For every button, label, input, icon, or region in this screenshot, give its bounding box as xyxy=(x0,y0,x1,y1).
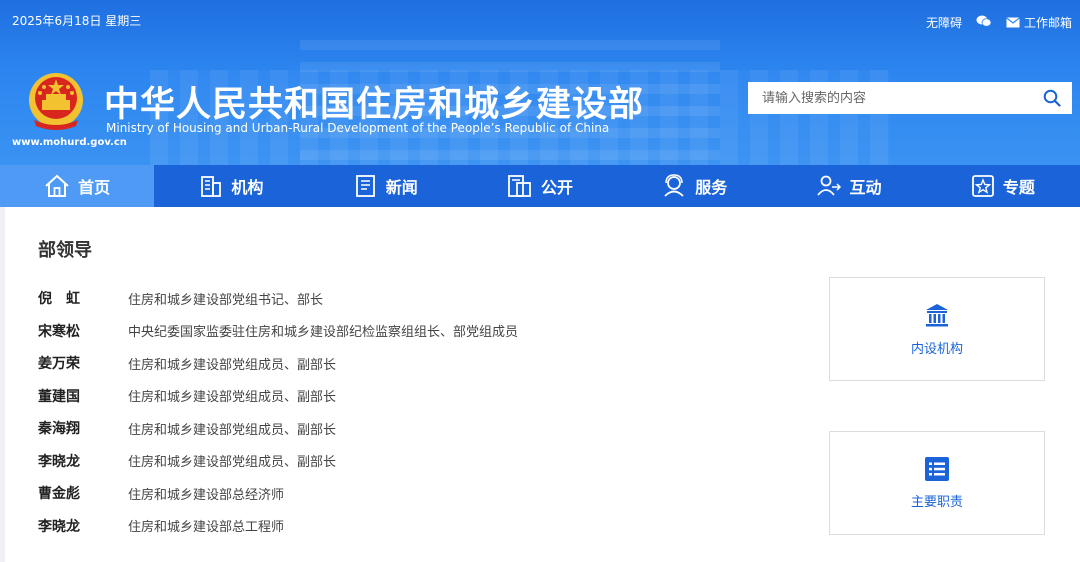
leader-role: 住房和城乡建设部总经济师 xyxy=(128,487,285,503)
nav-label: 专题 xyxy=(1002,178,1035,197)
nav-label: 首页 xyxy=(78,178,111,197)
leader-role: 住房和城乡建设部总工程师 xyxy=(128,520,285,536)
topic-icon xyxy=(971,175,994,197)
service-icon xyxy=(664,174,684,197)
leader-role: 住房和城乡建设部党组成员、副部长 xyxy=(128,357,337,373)
leader-role: 住房和城乡建设部党组成员、副部长 xyxy=(128,390,337,406)
list-item[interactable]: 秦海翔 住房和城乡建设部党组成员、副部长 xyxy=(38,412,518,445)
leader-role: 住房和城乡建设部党组成员、副部长 xyxy=(128,455,337,471)
building-icon xyxy=(201,176,222,197)
leader-name[interactable]: 秦海翔 xyxy=(38,418,128,438)
interaction-icon xyxy=(816,175,841,196)
leader-name[interactable]: 李晓龙 xyxy=(38,516,128,536)
nav-item-news[interactable]: 新闻 xyxy=(309,165,463,207)
list-item[interactable]: 姜万荣 住房和城乡建设部党组成员、副部长 xyxy=(38,347,518,380)
list-item[interactable]: 李晓龙 住房和城乡建设部总工程师 xyxy=(38,510,518,543)
main-nav: 首页 机构 新闻 公开 服务 互动 专题 xyxy=(0,165,1080,207)
date-text: 2025年6月18日 星期三 xyxy=(12,14,142,28)
disclosure-icon xyxy=(508,175,531,197)
mail-icon xyxy=(1006,17,1020,28)
list-item[interactable]: 李晓龙 住房和城乡建设部党组成员、副部长 xyxy=(38,445,518,478)
news-icon xyxy=(355,175,375,197)
leader-name[interactable]: 董建国 xyxy=(38,386,128,406)
card-label: 主要职责 xyxy=(910,494,963,510)
leader-role: 住房和城乡建设部党组成员、副部长 xyxy=(128,422,337,438)
site-url: www.mohurd.gov.cn xyxy=(12,137,127,148)
list-icon xyxy=(925,456,949,481)
nav-label: 服务 xyxy=(695,178,728,197)
list-item[interactable]: 倪 虹 住房和城乡建设部党组书记、部长 xyxy=(38,282,518,315)
nav-item-service[interactable]: 服务 xyxy=(617,165,771,207)
internal-institutions-card[interactable]: 内设机构 xyxy=(829,277,1045,381)
national-emblem-logo xyxy=(24,70,88,134)
mail-label: 工作邮箱 xyxy=(1023,16,1072,30)
list-item[interactable]: 宋寒松 中央纪委国家监委驻住房和城乡建设部纪检监察组组长、部党组成员 xyxy=(38,315,518,348)
nav-label: 互动 xyxy=(849,178,882,197)
site-header: 2025年6月18日 星期三 无障碍 工作邮箱 www.mohurd.gov.c… xyxy=(0,0,1080,165)
list-item[interactable]: 曹金彪 住房和城乡建设部总经济师 xyxy=(38,477,518,510)
nav-item-home[interactable]: 首页 xyxy=(0,165,155,207)
institution-icon xyxy=(926,303,948,326)
leader-name[interactable]: 曹金彪 xyxy=(38,483,128,503)
nav-item-topic[interactable]: 专题 xyxy=(926,165,1080,207)
mail-link[interactable]: 工作邮箱 xyxy=(1006,14,1072,31)
search-input[interactable] xyxy=(748,82,1032,114)
nav-label: 新闻 xyxy=(385,178,418,197)
nav-item-organization[interactable]: 机构 xyxy=(154,165,308,207)
nav-item-disclosure[interactable]: 公开 xyxy=(463,165,617,207)
site-subtitle: Ministry of Housing and Urban-Rural Deve… xyxy=(106,121,610,135)
accessibility-link[interactable]: 无障碍 xyxy=(926,14,962,31)
wechat-icon[interactable] xyxy=(976,14,992,31)
search-box xyxy=(748,82,1072,114)
search-button[interactable] xyxy=(1032,82,1072,114)
leaders-list: 倪 虹 住房和城乡建设部党组书记、部长 宋寒松 中央纪委国家监委驻住房和城乡建设… xyxy=(38,282,518,542)
list-item[interactable]: 董建国 住房和城乡建设部党组成员、副部长 xyxy=(38,380,518,413)
main-duties-card[interactable]: 主要职责 xyxy=(829,431,1045,535)
nav-label: 公开 xyxy=(540,178,573,197)
left-edge-divider xyxy=(0,207,5,562)
search-icon xyxy=(1043,89,1061,107)
leader-role: 住房和城乡建设部党组书记、部长 xyxy=(128,292,324,308)
leader-name[interactable]: 倪 虹 xyxy=(38,288,128,308)
nav-label: 机构 xyxy=(231,178,264,197)
top-links: 无障碍 工作邮箱 xyxy=(926,14,1072,31)
leader-name[interactable]: 李晓龙 xyxy=(38,451,128,471)
card-label: 内设机构 xyxy=(910,341,963,357)
home-icon xyxy=(45,174,69,197)
leader-name[interactable]: 姜万荣 xyxy=(38,353,128,373)
leader-name[interactable]: 宋寒松 xyxy=(38,321,128,341)
leader-role: 中央纪委国家监委驻住房和城乡建设部纪检监察组组长、部党组成员 xyxy=(128,325,519,341)
section-title: 部领导 xyxy=(38,240,92,261)
nav-item-interaction[interactable]: 互动 xyxy=(771,165,925,207)
site-title: 中华人民共和国住房和城乡建设部 xyxy=(104,85,645,125)
